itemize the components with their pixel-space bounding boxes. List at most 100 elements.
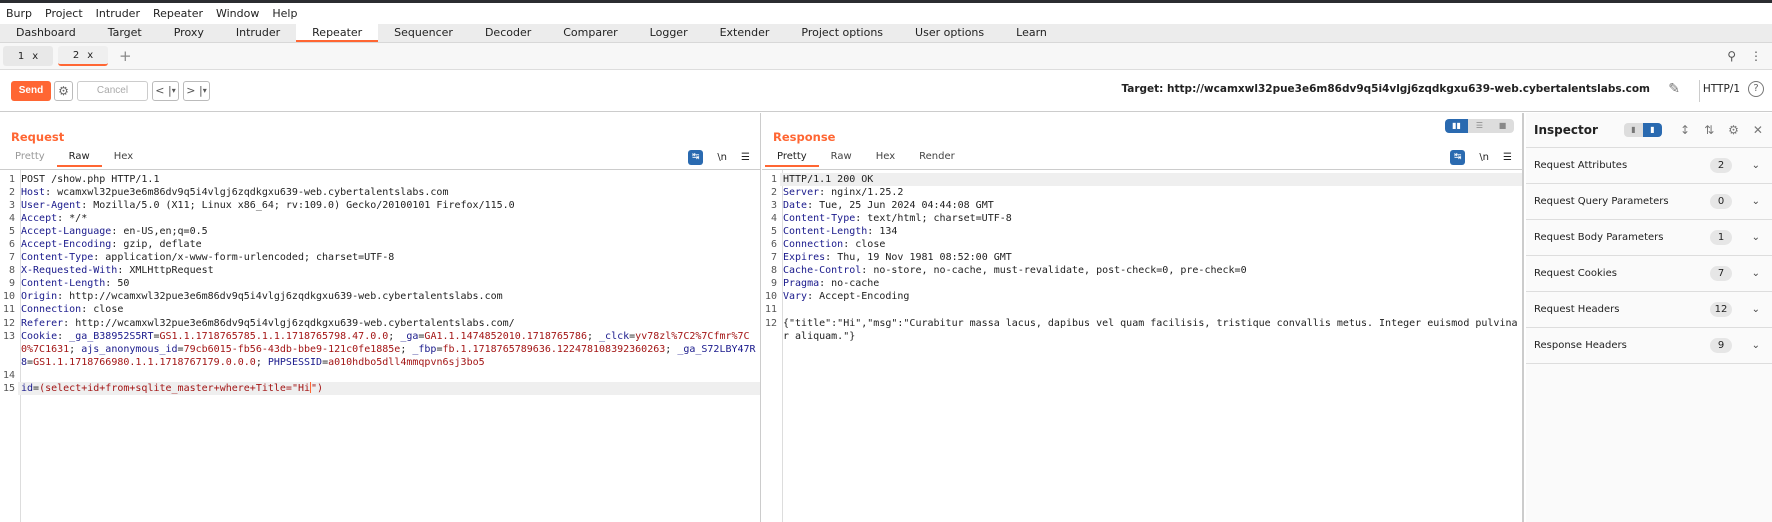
param-value: 79cb6015-fb56-43db-bbe9-121c0fe1885e	[183, 343, 401, 355]
inspector-section-request-cookies[interactable]: Request Cookies 7 ⌄	[1526, 256, 1772, 292]
edit-pencil-icon[interactable]: ✎	[1668, 81, 1680, 97]
http-version[interactable]: HTTP/1	[1703, 83, 1740, 95]
tab-target[interactable]: Target	[92, 24, 158, 42]
response-panel: ▮▮ ☰ ■ Response Pretty Raw Hex Render ↹ \n ☰ 1H…	[762, 113, 1524, 522]
view-tab-hex[interactable]: Hex	[102, 150, 145, 167]
view-tab-raw[interactable]: Raw	[56, 150, 102, 167]
header-name: Content-Length	[783, 226, 868, 238]
split-vertical-icon[interactable]: ☰	[1468, 119, 1491, 133]
menu-item-window[interactable]: Window	[216, 7, 259, 20]
cancel-button[interactable]: Cancel	[77, 80, 148, 101]
code-line: 9 Pragma: no-cache	[762, 277, 1522, 290]
code-line: 10 Vary: Accept-Encoding	[762, 290, 1522, 303]
line-content: Server: nginx/1.25.2	[780, 186, 1522, 199]
newline-toggle[interactable]: \n	[717, 152, 727, 163]
menu-item-repeater[interactable]: Repeater	[153, 7, 203, 20]
tab-learn[interactable]: Learn	[1000, 24, 1063, 42]
inspector-title: Inspector	[1534, 123, 1598, 137]
menu-icon[interactable]: ☰	[1503, 152, 1512, 163]
tab-extender[interactable]: Extender	[704, 24, 786, 42]
view-tab-render[interactable]: Render	[907, 150, 967, 167]
repeater-tab-1[interactable]: 1x	[3, 46, 53, 66]
help-icon[interactable]: ?	[1748, 81, 1764, 97]
chevron-down-icon[interactable]: ⌄	[1752, 340, 1760, 351]
view-tab-hex[interactable]: Hex	[864, 150, 907, 167]
line-content: Accept: */*	[18, 212, 760, 225]
tab-project-options[interactable]: Project options	[785, 24, 899, 42]
code-line: 5 Content-Length: 134	[762, 225, 1522, 238]
search-icon[interactable]: ⚲	[1727, 49, 1736, 63]
view-tab-pretty[interactable]: Pretty	[765, 150, 819, 167]
inspector-section-request-headers[interactable]: Request Headers 12 ⌄	[1526, 292, 1772, 328]
settings-gear-icon[interactable]: ⚙	[54, 80, 73, 101]
line-content: {"title":"Hi","msg":"Curabitur massa lac…	[780, 317, 1522, 343]
collapse-all-icon[interactable]: ⇅	[1704, 123, 1714, 137]
single-pane-icon[interactable]: ■	[1491, 119, 1514, 133]
dropdown-icon[interactable]: ▾	[172, 86, 176, 95]
menu-item-project[interactable]: Project	[45, 7, 83, 20]
text: ;	[388, 330, 401, 342]
line-number: 14	[2, 369, 15, 381]
tab-logger[interactable]: Logger	[634, 24, 704, 42]
text: ;	[586, 330, 600, 342]
menu-item-help[interactable]: Help	[272, 7, 297, 20]
view-tab-pretty[interactable]: Pretty	[3, 150, 57, 167]
dock-right-icon[interactable]: ▮	[1643, 123, 1662, 137]
split-horizontal-icon[interactable]: ▮▮	[1445, 119, 1468, 133]
close-icon[interactable]: x	[87, 50, 93, 61]
chevron-down-icon[interactable]: ⌄	[1752, 304, 1760, 315]
text: : nginx/1.25.2	[819, 187, 904, 199]
tab-intruder[interactable]: Intruder	[220, 24, 296, 42]
text: : no-store, no-cache, must-revalidate, p…	[861, 265, 1247, 277]
view-tab-raw[interactable]: Raw	[819, 150, 864, 167]
code-line: 2 Host: wcamxwl32pue3e6m86dv9q5i4vlgj6zqd…	[0, 186, 760, 199]
section-label: Request Headers	[1534, 304, 1620, 315]
menu-item-burp[interactable]: Burp	[6, 7, 32, 20]
line-content: Content-Length: 50	[18, 277, 760, 290]
tab-proxy[interactable]: Proxy	[158, 24, 220, 42]
chevron-down-icon[interactable]: ⌄	[1752, 160, 1760, 171]
close-icon[interactable]: x	[32, 51, 38, 62]
settings-gear-icon[interactable]: ⚙	[1728, 123, 1739, 137]
repeater-tab-2[interactable]: 2x	[58, 46, 108, 66]
line-number: 15	[2, 382, 15, 394]
tab-repeater[interactable]: Repeater	[296, 24, 379, 42]
divider	[1699, 80, 1700, 102]
code-line: 11 Connection: close	[0, 303, 760, 316]
newline-toggle[interactable]: \n	[1479, 152, 1489, 163]
send-button[interactable]: Send	[11, 80, 51, 101]
line-number: 3	[770, 200, 777, 212]
word-wrap-icon[interactable]: ↹	[1450, 150, 1466, 165]
tab-dashboard[interactable]: Dashboard	[0, 24, 92, 42]
count-badge: 7	[1710, 266, 1732, 281]
header-name: X-Requested-With	[21, 265, 118, 277]
dropdown-icon[interactable]: ▾	[203, 86, 207, 95]
text: : gzip, deflate	[111, 239, 202, 251]
tab-decoder[interactable]: Decoder	[469, 24, 547, 42]
line-number: 7	[770, 252, 777, 264]
add-tab-button[interactable]: +	[119, 47, 132, 65]
dock-left-icon[interactable]: ▮	[1624, 123, 1643, 137]
request-editor[interactable]: 1 POST /show.php HTTP/1.1 2 Host: wcamxwl32…	[0, 169, 760, 522]
more-icon[interactable]: ⋮	[1750, 49, 1762, 63]
text: : close	[81, 304, 124, 316]
word-wrap-icon[interactable]: ↹	[688, 150, 704, 165]
tab-comparer[interactable]: Comparer	[547, 24, 633, 42]
tab-sequencer[interactable]: Sequencer	[378, 24, 469, 42]
tab-user-options[interactable]: User options	[899, 24, 1000, 42]
inspector-section-request-attributes[interactable]: Request Attributes 2 ⌄	[1526, 148, 1772, 184]
menu-item-intruder[interactable]: Intruder	[96, 7, 140, 20]
response-editor[interactable]: 1 HTTP/1.1 200 OK 2 Server: nginx/1.25.2 3 Da…	[762, 169, 1522, 522]
inspector-section-request-query-parameters[interactable]: Request Query Parameters 0 ⌄	[1526, 184, 1772, 220]
back-button[interactable]: < | ▾	[152, 80, 179, 101]
inspector-section-response-headers[interactable]: Response Headers 9 ⌄	[1526, 328, 1772, 364]
chevron-down-icon[interactable]: ⌄	[1752, 196, 1760, 207]
close-icon[interactable]: ✕	[1753, 123, 1763, 137]
header-name: Cache-Control	[783, 265, 862, 277]
menu-icon[interactable]: ☰	[741, 152, 750, 163]
chevron-down-icon[interactable]: ⌄	[1752, 268, 1760, 279]
expand-all-icon[interactable]: ↕	[1680, 123, 1690, 137]
forward-button[interactable]: > | ▾	[183, 80, 210, 101]
chevron-down-icon[interactable]: ⌄	[1752, 232, 1760, 243]
inspector-section-request-body-parameters[interactable]: Request Body Parameters 1 ⌄	[1526, 220, 1772, 256]
